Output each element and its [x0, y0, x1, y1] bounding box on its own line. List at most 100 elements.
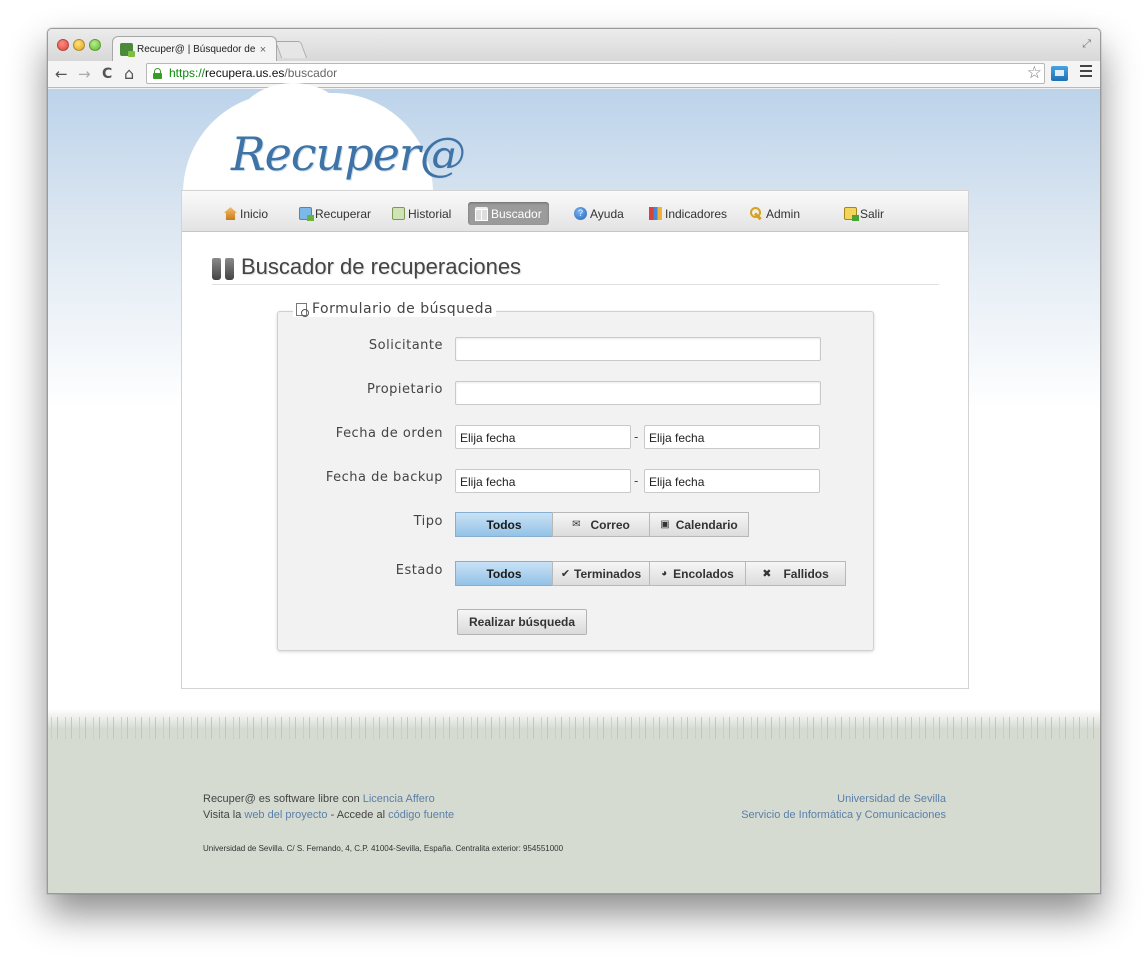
chart-icon — [649, 207, 662, 220]
tipo-label: Tipo — [413, 514, 443, 529]
home-button-icon[interactable]: ⌂ — [124, 64, 134, 84]
home-icon — [224, 207, 237, 220]
segment-label: Todos — [486, 517, 522, 532]
exit-icon — [844, 207, 859, 221]
help-icon: ? — [574, 207, 587, 220]
segment-label: Encolados — [673, 566, 734, 581]
fecha-orden-from-input[interactable]: Elija fecha — [455, 425, 631, 449]
footer-text: Visita la — [203, 809, 245, 821]
range-separator: - — [634, 430, 639, 444]
clock-icon: ◕ — [661, 568, 668, 579]
segment-label: Todos — [486, 566, 522, 581]
fullscreen-icon[interactable]: ⤢ — [1082, 37, 1091, 51]
nav-item-admin[interactable]: Admin — [746, 202, 804, 225]
address-bar[interactable]: https://recupera.us.es/buscador — [146, 63, 1045, 84]
fecha-backup-from-input[interactable]: Elija fecha — [455, 469, 631, 493]
estado-fallidos-button[interactable]: ✖ Fallidos — [745, 561, 846, 586]
fecha-orden-label: Fecha de orden — [335, 426, 443, 441]
license-link[interactable]: Licencia Affero — [363, 793, 435, 805]
nav-item-inicio[interactable]: Inicio — [220, 202, 272, 225]
solicitante-label: Solicitante — [368, 338, 443, 353]
minimize-window-button[interactable] — [73, 39, 85, 51]
nav-label: Ayuda — [590, 206, 624, 221]
page-header: Buscador de recuperaciones — [212, 249, 939, 285]
reload-icon[interactable]: C — [102, 64, 112, 84]
segment-label: Fallidos — [783, 566, 829, 581]
forward-icon[interactable]: → — [78, 64, 91, 84]
segment-label: Calendario — [675, 517, 738, 532]
document-search-icon — [296, 302, 309, 317]
url-host: recupera.us.es — [205, 66, 285, 80]
page-content: Recuper@ Inicio Recuperar Historial Busc — [48, 83, 1100, 893]
range-separator: - — [634, 474, 639, 488]
key-icon — [750, 207, 763, 220]
page-title: Buscador de recuperaciones — [241, 253, 522, 279]
nav-item-buscador[interactable]: Buscador — [468, 202, 549, 225]
tipo-correo-button[interactable]: ✉ Correo — [552, 512, 650, 537]
browser-window: Recuper@ | Búsquedor de × ⤢ ← → C ⌂ http… — [47, 28, 1101, 894]
calendar-icon: ▣ — [660, 519, 670, 530]
estado-label: Estado — [395, 563, 443, 578]
binoculars-icon — [475, 207, 488, 221]
search-form: Formulario de búsqueda Solicitante Propi… — [277, 301, 874, 651]
footer-project-line: Visita la web del proyecto - Accede al c… — [203, 809, 454, 821]
nav-label: Recuperar — [315, 206, 372, 221]
form-legend: Formulario de búsqueda — [293, 301, 497, 317]
nav-label: Historial — [408, 206, 452, 221]
footer-license-line: Recuper@ es software libre con Licencia … — [203, 793, 435, 805]
envelope-icon: ✉ — [572, 519, 581, 530]
propietario-label: Propietario — [367, 382, 443, 397]
title-bar: Recuper@ | Búsquedor de × ⤢ — [48, 29, 1100, 62]
footer-service-line: Servicio de Informática y Comunicaciones — [741, 809, 946, 821]
search-submit-button[interactable]: Realizar búsqueda — [457, 609, 587, 635]
tipo-todos-button[interactable]: Todos — [455, 512, 553, 537]
check-icon: ✔ — [560, 568, 571, 580]
nav-label: Inicio — [240, 206, 269, 221]
footer: Recuper@ es software libre con Licencia … — [48, 739, 1100, 893]
fecha-backup-to-input[interactable]: Elija fecha — [644, 469, 820, 493]
main-panel: Inicio Recuperar Historial Buscador ? Ay… — [181, 190, 969, 689]
url-scheme: https:// — [169, 66, 206, 80]
bookmark-star-icon[interactable]: ☆ — [1027, 63, 1042, 83]
close-window-button[interactable] — [57, 39, 69, 51]
nav-item-indicadores[interactable]: Indicadores — [645, 202, 731, 225]
estado-todos-button[interactable]: Todos — [455, 561, 553, 586]
footer-text: - Accede al — [327, 809, 389, 821]
nav-label: Salir — [860, 206, 885, 221]
recover-icon — [299, 207, 314, 221]
project-web-link[interactable]: web del proyecto — [244, 809, 327, 821]
nav-item-ayuda[interactable]: ? Ayuda — [570, 202, 628, 225]
source-code-link[interactable]: código fuente — [388, 809, 454, 821]
service-link[interactable]: Servicio de Informática y Comunicaciones — [741, 809, 946, 821]
tab-title: Recuper@ | Búsquedor de — [137, 44, 256, 55]
binoculars-icon — [212, 254, 234, 280]
propietario-input[interactable] — [455, 381, 821, 405]
estado-terminados-button[interactable]: ✔ Terminados — [552, 561, 650, 586]
footer-university-line: Universidad de Sevilla — [837, 793, 946, 805]
history-icon — [392, 207, 405, 220]
tab-close-icon[interactable]: × — [257, 44, 269, 56]
back-icon[interactable]: ← — [55, 64, 68, 84]
favicon-icon — [120, 43, 135, 57]
estado-button-group: Todos ✔ Terminados ◕ Encolados ✖ Fallido… — [455, 561, 846, 586]
tipo-button-group: Todos ✉ Correo ▣ Calendario — [455, 512, 749, 537]
nav-item-recuperar[interactable]: Recuperar — [295, 202, 375, 225]
university-link[interactable]: Universidad de Sevilla — [837, 793, 946, 805]
menu-icon[interactable] — [1080, 65, 1092, 80]
nav-item-salir[interactable]: Salir — [840, 202, 888, 225]
fecha-orden-to-input[interactable]: Elija fecha — [644, 425, 820, 449]
nav-item-historial[interactable]: Historial — [388, 202, 455, 225]
legend-text: Formulario de búsqueda — [312, 301, 494, 317]
extension-icon[interactable] — [1051, 66, 1068, 81]
zoom-window-button[interactable] — [89, 39, 101, 51]
browser-tab[interactable]: Recuper@ | Búsquedor de × — [112, 36, 277, 62]
main-navbar: Inicio Recuperar Historial Buscador ? Ay… — [182, 191, 968, 232]
nav-label: Buscador — [491, 206, 542, 221]
browser-toolbar: ← → C ⌂ https://recupera.us.es/buscador … — [48, 61, 1100, 88]
solicitante-input[interactable] — [455, 337, 821, 361]
new-tab-button[interactable] — [274, 41, 308, 58]
estado-encolados-button[interactable]: ◕ Encolados — [649, 561, 746, 586]
segment-label: Correo — [590, 517, 630, 532]
site-logo[interactable]: Recuper@ — [231, 127, 466, 181]
tipo-calendario-button[interactable]: ▣ Calendario — [649, 512, 749, 537]
